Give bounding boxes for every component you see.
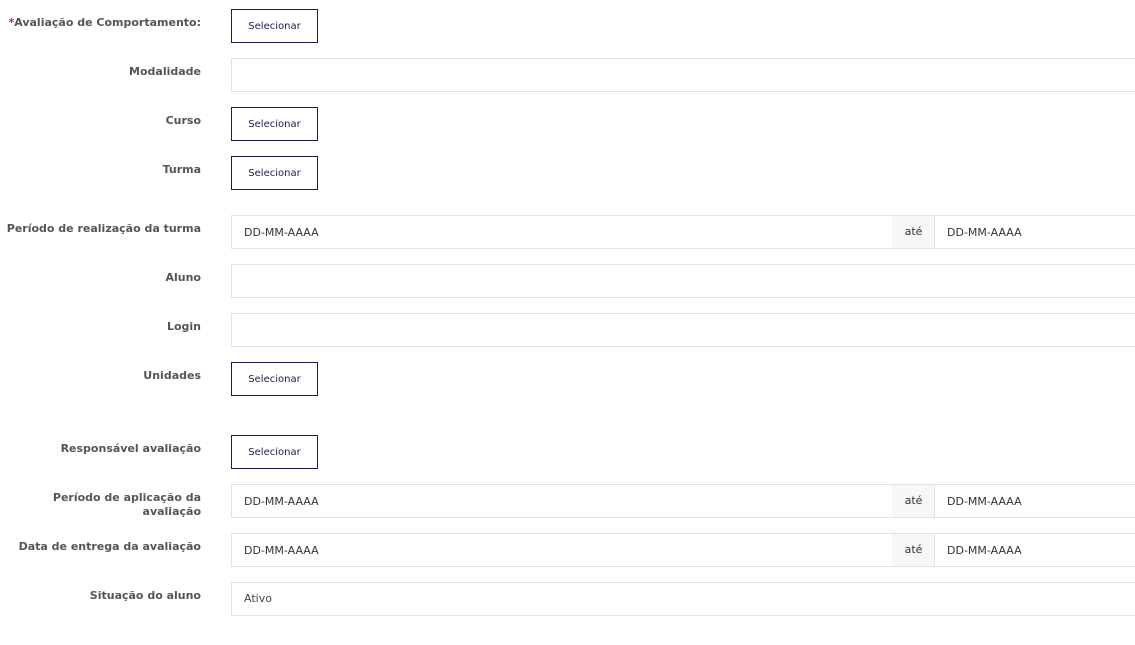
avaliacao-comportamento-select-button[interactable]: Selecionar: [231, 9, 318, 43]
modalidade-input[interactable]: [231, 58, 1135, 92]
data-entrega-avaliacao-separator: até: [892, 533, 935, 567]
periodo-realizacao-turma-label: Período de realização da turma: [6, 222, 201, 235]
modalidade-label: Modalidade: [129, 65, 201, 78]
turma-label: Turma: [162, 163, 201, 176]
avaliacao-comportamento-label-text: Avaliação de Comportamento:: [14, 16, 201, 29]
situacao-aluno-label: Situação do aluno: [89, 589, 201, 602]
periodo-aplicacao-avaliacao-separator: até: [892, 484, 935, 518]
periodo-aplicacao-avaliacao-to-input[interactable]: [934, 484, 1135, 518]
curso-label: Curso: [165, 114, 201, 127]
login-input[interactable]: [231, 313, 1135, 347]
periodo-realizacao-turma-to-input[interactable]: [934, 215, 1135, 249]
data-entrega-avaliacao-from-input[interactable]: [231, 533, 893, 567]
data-entrega-avaliacao-label: Data de entrega da avaliação: [18, 540, 201, 553]
login-label: Login: [166, 320, 201, 333]
aluno-input[interactable]: [231, 264, 1135, 298]
periodo-aplicacao-avaliacao-label: Período de aplicação da avaliação: [52, 491, 201, 518]
periodo-realizacao-turma-from-input[interactable]: [231, 215, 893, 249]
turma-select-button[interactable]: Selecionar: [231, 156, 318, 190]
periodo-realizacao-turma-separator: até: [892, 215, 935, 249]
responsavel-avaliacao-label: Responsável avaliação: [60, 442, 201, 455]
filter-form: *Avaliação de Comportamento: Selecionar …: [0, 0, 1135, 645]
avaliacao-comportamento-label: *Avaliação de Comportamento:: [0, 16, 201, 30]
data-entrega-avaliacao-to-input[interactable]: [934, 533, 1135, 567]
unidades-select-button[interactable]: Selecionar: [231, 362, 318, 396]
periodo-aplicacao-avaliacao-from-input[interactable]: [231, 484, 893, 518]
situacao-aluno-select[interactable]: Ativo: [231, 582, 1135, 616]
curso-select-button[interactable]: Selecionar: [231, 107, 318, 141]
unidades-label: Unidades: [143, 369, 201, 382]
aluno-label: Aluno: [165, 271, 201, 284]
responsavel-avaliacao-select-button[interactable]: Selecionar: [231, 435, 318, 469]
